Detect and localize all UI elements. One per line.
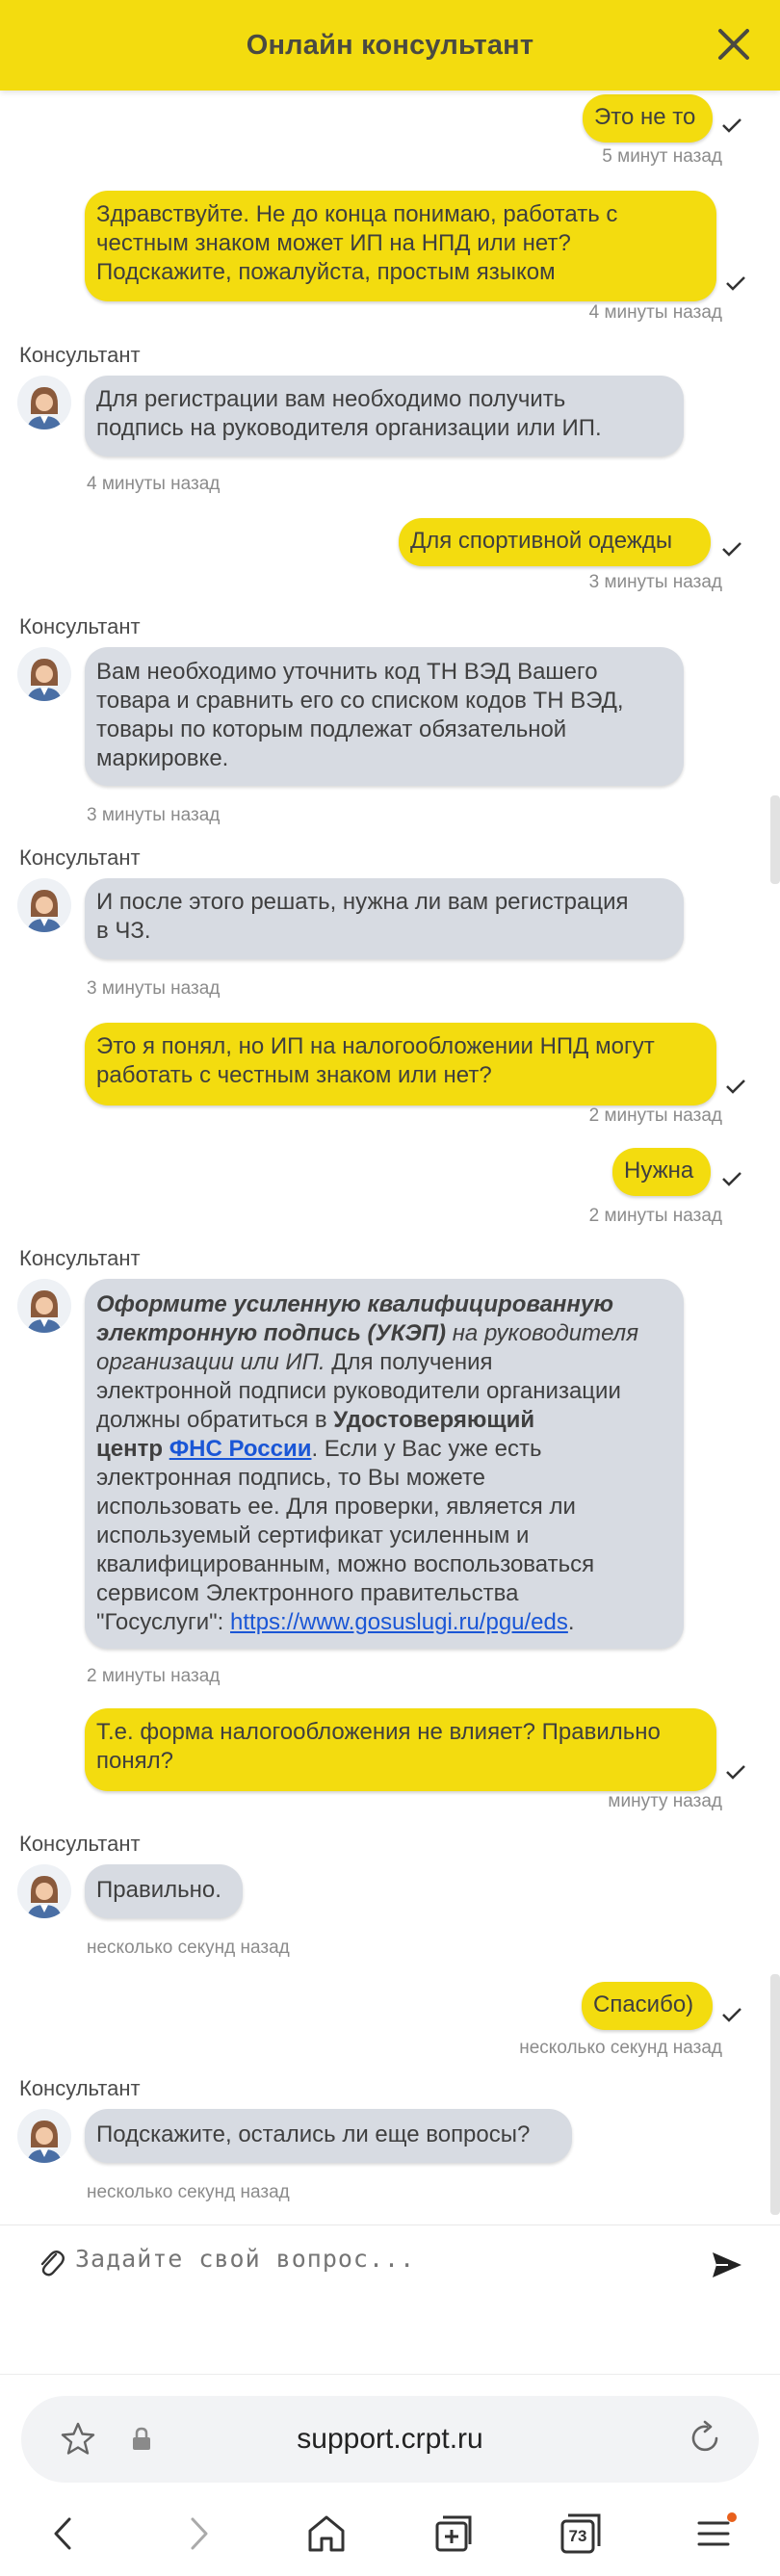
chat-title: Онлайн консультант [246,29,534,61]
message-time: 2 минуты назад [588,1106,722,1126]
delivered-check-icon [726,1765,745,1780]
chat-header: Онлайн консультант [0,0,780,91]
message-time: несколько секунд назад [87,2182,290,2202]
consultant-message: Подскажите, остались ли еще вопросы? [85,2109,572,2163]
delivered-check-icon [722,542,741,557]
message-composer [0,2225,780,2374]
user-message: Для спортивной одежды [399,518,711,566]
message-time: 5 минут назад [602,146,722,167]
send-icon[interactable] [711,2251,743,2279]
consultant-avatar [17,878,71,932]
tabs-button[interactable]: 73 [557,2510,605,2558]
consultant-avatar [17,376,71,429]
sender-name: Консультант [19,2076,141,2100]
gosuslugi-link[interactable]: https://www.gosuslugi.ru/pgu/eds [230,1609,568,1635]
user-message: Т.е. форма налогообложения не влияет? Пр… [85,1708,716,1791]
delivered-check-icon [726,276,745,291]
reload-icon[interactable] [686,2419,724,2458]
url-text: support.crpt.ru [297,2423,483,2455]
message-time: 3 минуты назад [87,978,221,999]
address-bar[interactable]: support.crpt.ru [21,2396,759,2483]
message-time: несколько секунд назад [519,2038,722,2058]
consultant-avatar [17,2109,71,2163]
sender-name: Консультант [19,614,141,638]
consultant-message: Правильно. [85,1864,243,1918]
sender-name: Консультант [19,343,141,367]
message-time: 4 минуты назад [588,302,722,323]
fns-link[interactable]: ФНС России [169,1436,312,1462]
consultant-avatar [17,1279,71,1333]
user-message: Спасибо) [582,1982,713,2030]
consultant-message: Вам необходимо уточнить код ТН ВЭД Вашег… [85,647,684,786]
new-tab-icon[interactable] [429,2510,478,2558]
message-input[interactable] [75,2245,672,2273]
chat-messages[interactable]: Это не то 5 минут назад Здравствуйте. Не… [0,91,780,2225]
scrollbar-lower[interactable] [770,1974,780,2215]
user-message: Здравствуйте. Не до конца понимаю, работ… [85,191,716,301]
back-icon[interactable] [40,2510,89,2558]
message-time: 3 минуты назад [588,572,722,592]
paperclip-icon[interactable] [37,2247,65,2279]
consultant-avatar [17,1864,71,1918]
consultant-message: Для регистрации вам необходимо получить … [85,376,684,456]
message-time: 4 минуты назад [87,474,221,494]
scrollbar-upper[interactable] [770,795,780,884]
message-time: минуту назад [608,1791,722,1811]
sender-name: Консультант [19,846,141,870]
browser-toolbar: support.crpt.ru 73 [0,2374,780,2576]
user-message: Это не то [583,94,713,143]
user-message: Нужна [612,1148,711,1196]
menu-icon[interactable] [691,2510,740,2558]
tabs-count: 73 [568,2527,587,2545]
consultant-message: И после этого решать, нужна ли вам регис… [85,878,684,959]
message-time: 2 минуты назад [588,1206,722,1226]
sender-name: Консультант [19,1246,141,1270]
forward-icon[interactable] [173,2510,221,2558]
consultant-message: Оформите усиленную квалифицированную эле… [85,1279,684,1649]
sender-name: Консультант [19,1832,141,1856]
consultant-avatar [17,647,71,701]
message-time: 2 минуты назад [87,1666,221,1686]
user-message: Это я понял, но ИП на налогообложении НП… [85,1023,716,1106]
delivered-check-icon [722,2008,741,2022]
delivered-check-icon [726,1080,745,1094]
delivered-check-icon [722,1172,741,1186]
close-icon[interactable] [713,23,755,65]
home-icon[interactable] [302,2510,351,2558]
delivered-check-icon [722,118,741,133]
message-time: несколько секунд назад [87,1938,290,1958]
message-time: 3 минуты назад [87,805,221,825]
